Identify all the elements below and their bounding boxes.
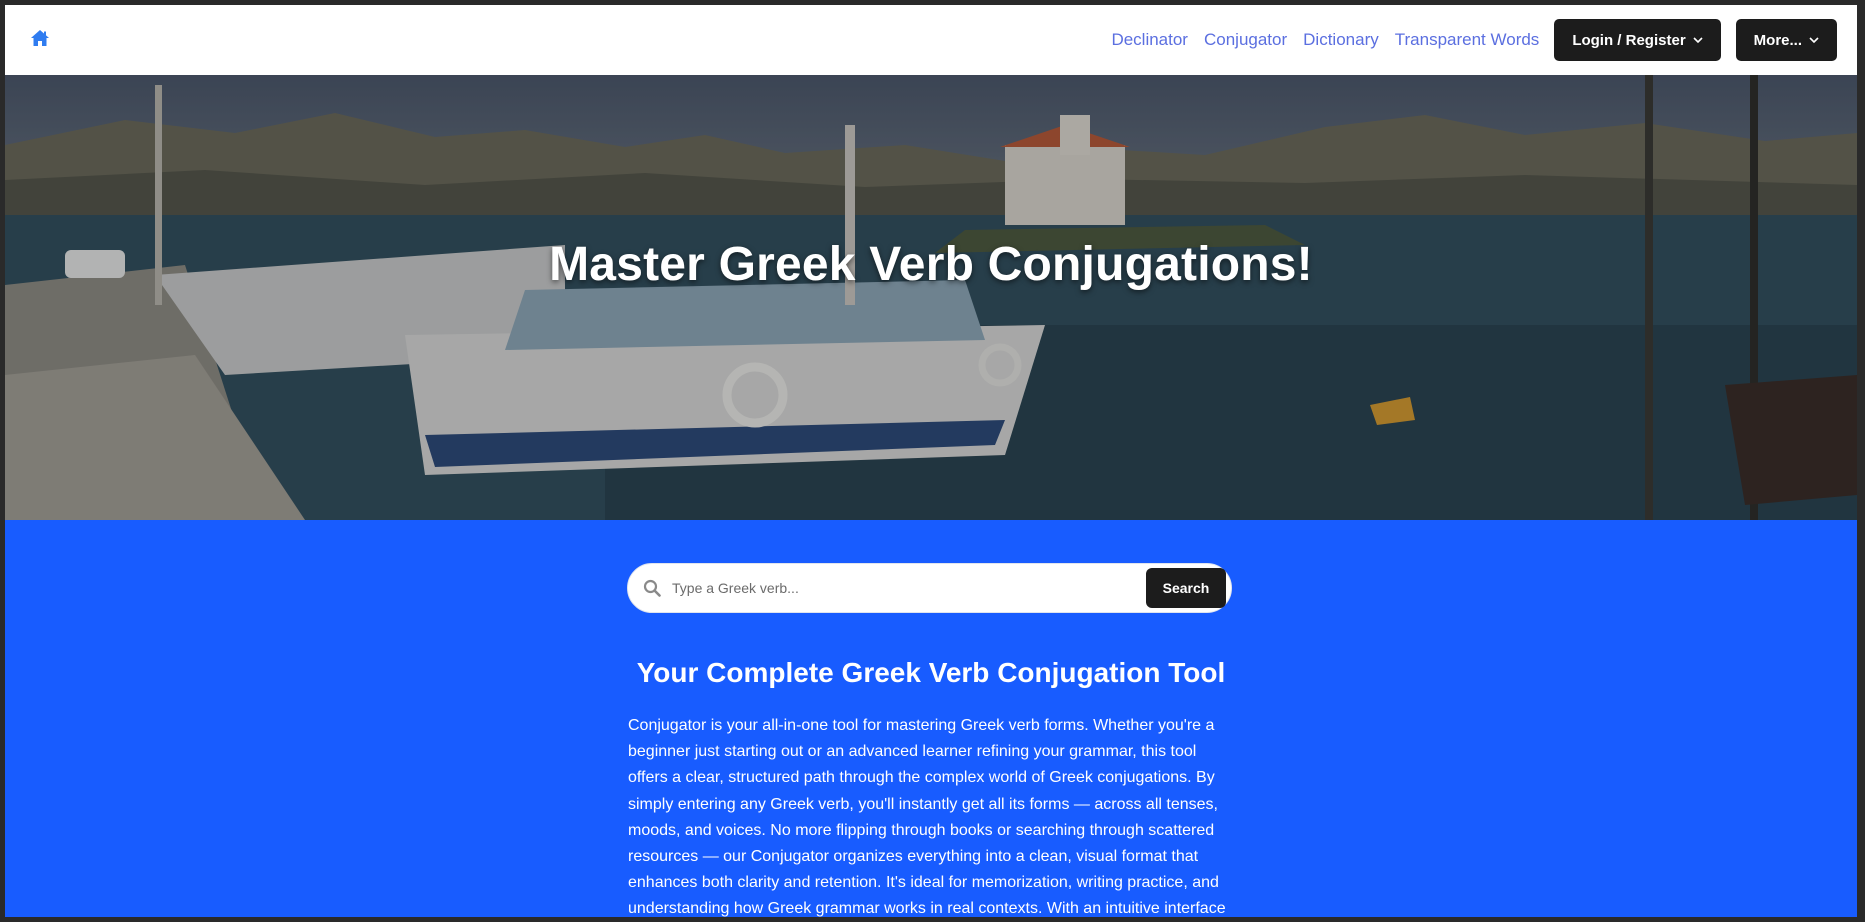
chevron-down-icon bbox=[1809, 36, 1819, 44]
login-register-button[interactable]: Login / Register bbox=[1554, 19, 1721, 61]
section-paragraph: Conjugator is your all-in-one tool for m… bbox=[628, 717, 1226, 917]
login-register-label: Login / Register bbox=[1572, 31, 1686, 49]
nav-menu: Declinator Conjugator Dictionary Transpa… bbox=[1111, 19, 1837, 61]
section-heading: Your Complete Greek Verb Conjugation Too… bbox=[636, 657, 1226, 688]
browser-viewport: Declinator Conjugator Dictionary Transpa… bbox=[5, 5, 1857, 917]
nav-link-dictionary[interactable]: Dictionary bbox=[1303, 30, 1379, 50]
more-menu-button[interactable]: More... bbox=[1735, 19, 1837, 61]
hero-overlay bbox=[5, 75, 1857, 520]
nav-link-transparent-words[interactable]: Transparent Words bbox=[1395, 30, 1540, 50]
home-icon bbox=[30, 29, 50, 52]
search-button[interactable]: Search bbox=[1146, 568, 1226, 608]
more-menu-label: More... bbox=[1753, 31, 1802, 49]
nav-link-conjugator[interactable]: Conjugator bbox=[1204, 30, 1287, 50]
hero-banner: Master Greek Verb Conjugations! bbox=[5, 75, 1857, 520]
search-icon bbox=[642, 578, 662, 598]
hero-title: Master Greek Verb Conjugations! bbox=[549, 238, 1313, 291]
home-link[interactable] bbox=[25, 25, 55, 55]
search-input[interactable] bbox=[672, 568, 1146, 608]
search-bar: Search bbox=[627, 563, 1232, 613]
nav-link-declinator[interactable]: Declinator bbox=[1111, 30, 1188, 50]
top-navbar: Declinator Conjugator Dictionary Transpa… bbox=[5, 5, 1857, 75]
chevron-down-icon bbox=[1693, 36, 1703, 44]
